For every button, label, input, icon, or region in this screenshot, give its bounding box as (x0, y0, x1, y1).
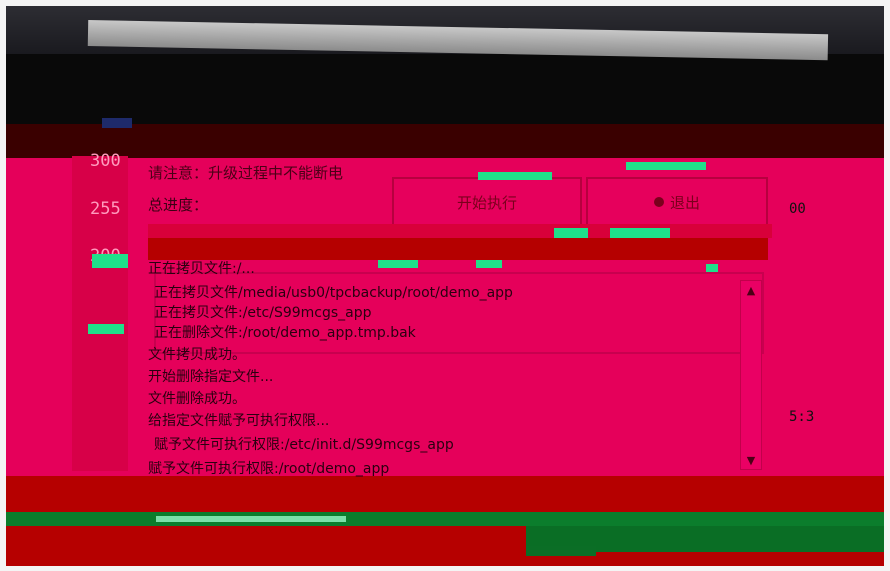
log-line: 正在拷贝文件:/etc/S99mcgs_app (154, 305, 372, 321)
glitch-block (554, 228, 588, 238)
log-line: 文件删除成功。 (148, 391, 246, 407)
right-gauge-label-top: 00 (789, 201, 806, 217)
arrow-up-icon[interactable]: ▲ (741, 281, 761, 299)
exit-button[interactable]: 退出 (586, 177, 768, 227)
exit-button-label: 退出 (669, 193, 700, 212)
log-line: 给指定文件赋予可执行权限... (148, 413, 330, 429)
start-button[interactable]: 开始执行 (392, 177, 582, 227)
arrow-down-icon[interactable]: ▼ (741, 451, 761, 469)
glitch-block (156, 516, 346, 522)
screen-top-band (6, 124, 884, 160)
warning-text: 请注意：升级过程中不能断电 (148, 164, 344, 182)
glitch-block (706, 264, 718, 272)
glitch-block (610, 228, 670, 238)
log-line: 开始删除指定文件... (148, 369, 274, 385)
progress-bar (148, 238, 768, 260)
log-line: 正在拷贝文件:/... (148, 261, 255, 277)
glitch-block (526, 546, 596, 556)
log-line: 赋予文件可执行权限:/root/demo_app (148, 461, 390, 477)
glitch-block (92, 254, 128, 268)
log-panel: 正在拷贝文件:/... 正在拷贝文件/media/usb0/tpcbackup/… (148, 258, 760, 477)
glitch-block (478, 172, 552, 180)
glitch-block (626, 162, 706, 170)
log-line: 正在拷贝文件/media/usb0/tpcbackup/root/demo_ap… (154, 285, 513, 301)
glitch-block (102, 118, 132, 128)
glitch-block (378, 260, 418, 268)
exit-icon (653, 197, 664, 207)
glitch-block (476, 260, 502, 268)
gauge-label-mid: 255 (90, 199, 121, 219)
glitch-block (88, 324, 124, 334)
log-scrollbar[interactable]: ▲ ▼ (740, 280, 762, 470)
progress-fill (148, 238, 737, 260)
log-line: 正在删除文件:/root/demo_app.tmp.bak (154, 325, 416, 341)
progress-track (148, 224, 772, 238)
log-line: 文件拷贝成功。 (148, 347, 246, 363)
right-gauge-label-bottom: 5:3 (789, 409, 815, 425)
log-line: 赋予文件可执行权限:/etc/init.d/S99mcgs_app (154, 437, 454, 453)
start-button-label: 开始执行 (456, 193, 517, 212)
glitch-band (6, 512, 884, 526)
progress-label: 总进度： (148, 196, 209, 214)
gauge-label-top: 300 (90, 151, 121, 171)
screen-photo: 300 255 200 00 5:3 请注意：升级过程中不能断电 总进度： 开始… (6, 6, 884, 566)
